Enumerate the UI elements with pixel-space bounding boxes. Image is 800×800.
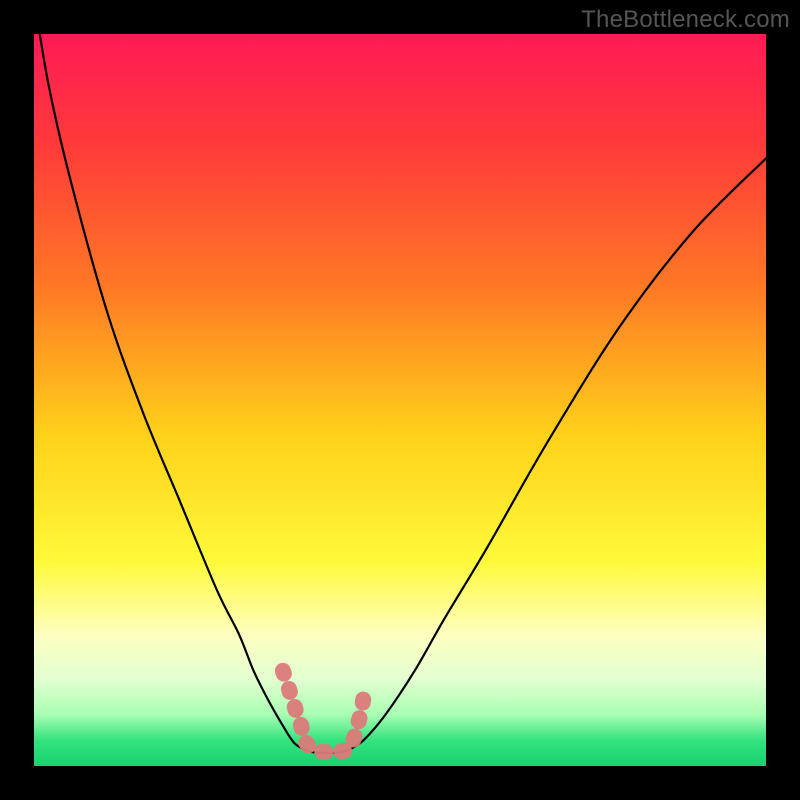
gradient-background [34, 34, 766, 766]
plot-area [34, 34, 766, 766]
watermark-text: TheBottleneck.com [581, 6, 790, 34]
plot-svg [34, 34, 766, 766]
chart-frame: TheBottleneck.com [0, 0, 800, 800]
